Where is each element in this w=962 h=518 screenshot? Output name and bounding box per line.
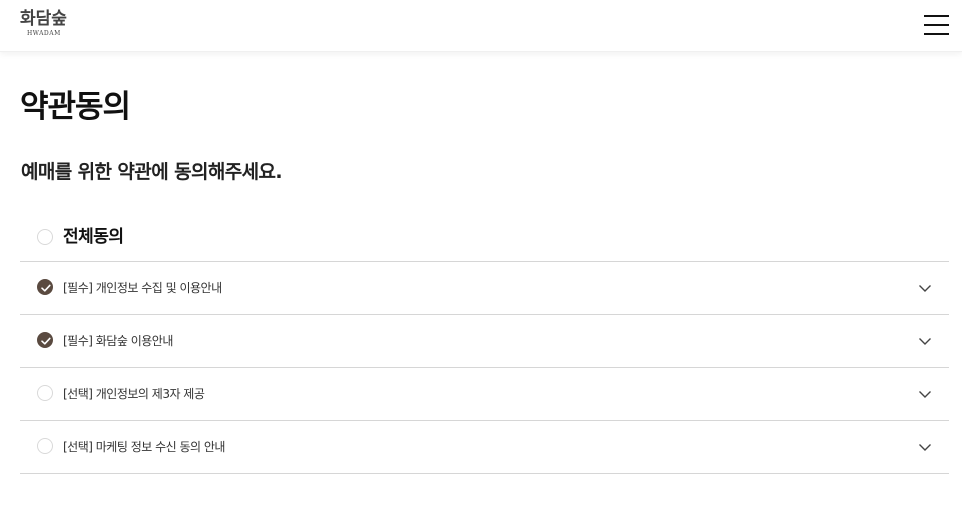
menu-bar (924, 24, 949, 26)
page-title: 약관동의 (20, 89, 131, 125)
logo-wordmark: 화담숲 (20, 9, 67, 29)
term-check-icon[interactable] (37, 332, 53, 348)
page-subtitle: 예매를 위한 약관에 동의해주세요. (21, 161, 283, 183)
menu-bar (924, 33, 949, 35)
agree-all-checkbox[interactable]: 전체동의 (20, 216, 949, 262)
terms-list: [필수] 개인정보 수집 및 이용안내 [필수] 화담숲 이용안내 [선택] 개… (20, 262, 949, 474)
logo-subtitle: HWADAM (27, 30, 61, 37)
hamburger-menu-icon[interactable] (924, 14, 950, 36)
term-row-hwadam-usage[interactable]: [필수] 화담숲 이용안내 (20, 315, 949, 368)
term-row-privacy-collection[interactable]: [필수] 개인정보 수집 및 이용안내 (20, 262, 949, 315)
term-row-third-party[interactable]: [선택] 개인정보의 제3자 제공 (20, 368, 949, 421)
menu-bar (924, 15, 949, 17)
agree-all-label: 전체동의 (63, 227, 124, 247)
term-row-marketing[interactable]: [선택] 마케팅 정보 수신 동의 안내 (20, 421, 949, 474)
term-label: [필수] 화담숲 이용안내 (63, 334, 173, 348)
term-label: [필수] 개인정보 수집 및 이용안내 (63, 281, 222, 295)
term-check-icon[interactable] (37, 385, 53, 401)
chevron-down-icon[interactable] (918, 387, 932, 401)
site-header: 화담숲 HWADAM (0, 0, 962, 52)
brand-logo[interactable]: 화담숲 HWADAM (20, 9, 76, 38)
term-label: [선택] 개인정보의 제3자 제공 (63, 387, 205, 401)
term-check-icon[interactable] (37, 438, 53, 454)
chevron-down-icon[interactable] (918, 281, 932, 295)
chevron-down-icon[interactable] (918, 440, 932, 454)
agree-all-check-icon (37, 229, 53, 245)
term-label: [선택] 마케팅 정보 수신 동의 안내 (63, 440, 225, 454)
chevron-down-icon[interactable] (918, 334, 932, 348)
term-check-icon[interactable] (37, 279, 53, 295)
